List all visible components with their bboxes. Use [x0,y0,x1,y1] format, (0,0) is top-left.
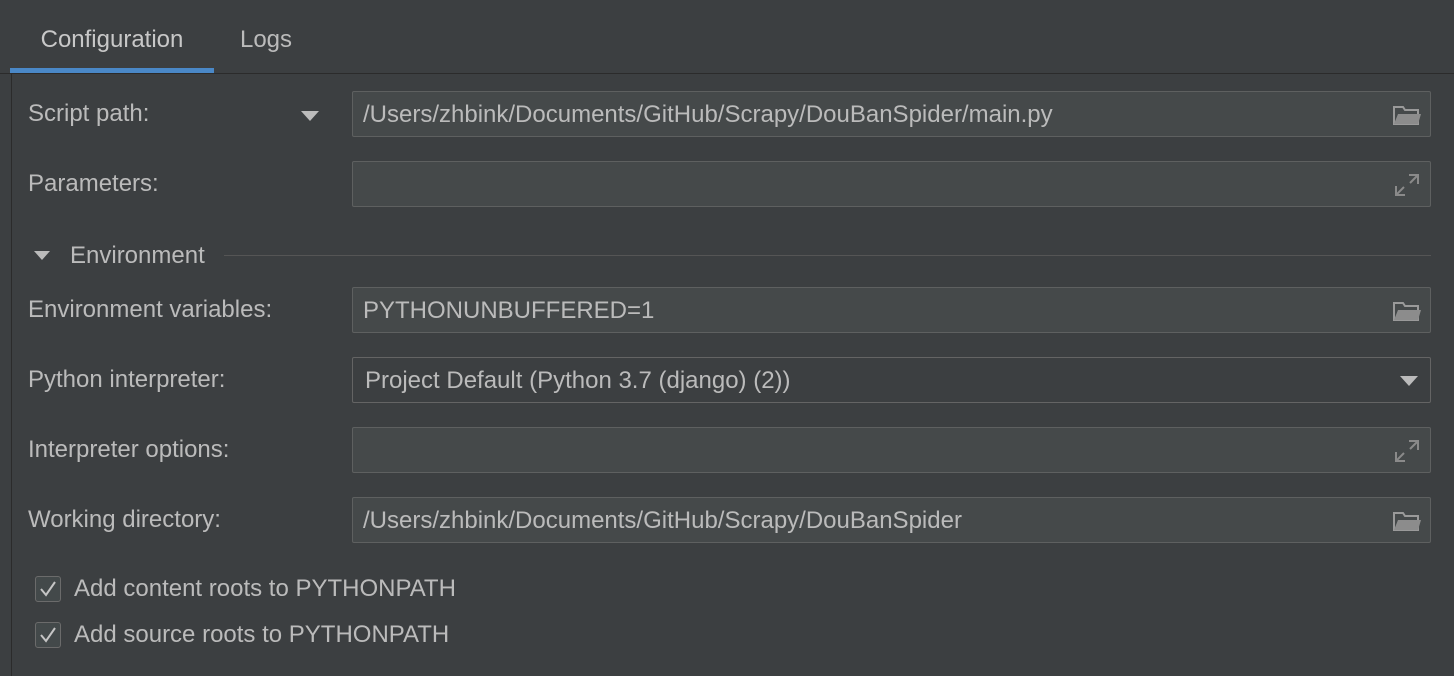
section-divider [224,255,1431,256]
working-directory-label: Working directory: [28,506,221,533]
environment-variables-label: Environment variables: [28,296,273,323]
python-interpreter-select[interactable]: Project Default (Python 3.7 (django) (2)… [352,357,1431,403]
folder-icon[interactable] [1392,508,1422,534]
checkmark-icon [40,581,56,597]
source-roots-checkbox[interactable] [35,622,61,648]
checkmark-icon [40,627,56,643]
folder-icon[interactable] [1392,298,1422,324]
active-tab-indicator [10,68,214,73]
script-path-label: Script path: [28,100,150,127]
parameters-label: Parameters: [28,170,159,197]
script-path-value: /Users/zhbink/Documents/GitHub/Scrapy/Do… [363,101,1053,128]
interpreter-options-field[interactable] [352,427,1431,473]
content-roots-checkbox[interactable] [35,576,61,602]
interpreter-options-label: Interpreter options: [28,436,230,463]
chevron-down-icon[interactable] [1400,376,1418,386]
parameters-field[interactable] [352,161,1431,207]
folder-icon[interactable] [1392,102,1422,128]
working-directory-value: /Users/zhbink/Documents/GitHub/Scrapy/Do… [363,507,962,534]
tab-bar: Configuration Logs [0,0,1454,74]
python-interpreter-label: Python interpreter: [28,366,226,393]
python-interpreter-value: Project Default (Python 3.7 (django) (2)… [365,367,791,394]
script-path-type-dropdown-icon[interactable] [301,111,319,121]
environment-section-label: Environment [70,242,205,269]
source-roots-label: Add source roots to PYTHONPATH [74,621,450,648]
expand-icon[interactable] [1392,438,1422,464]
environment-variables-field[interactable]: PYTHONUNBUFFERED=1 [352,287,1431,333]
collapse-arrow-icon[interactable] [34,251,50,260]
script-path-field[interactable]: /Users/zhbink/Documents/GitHub/Scrapy/Do… [352,91,1431,137]
content-roots-label: Add content roots to PYTHONPATH [74,575,456,602]
tab-configuration[interactable]: Configuration [10,0,214,74]
expand-icon[interactable] [1392,172,1422,198]
working-directory-field[interactable]: /Users/zhbink/Documents/GitHub/Scrapy/Do… [352,497,1431,543]
tab-logs[interactable]: Logs [226,0,306,74]
environment-variables-value: PYTHONUNBUFFERED=1 [363,297,655,324]
